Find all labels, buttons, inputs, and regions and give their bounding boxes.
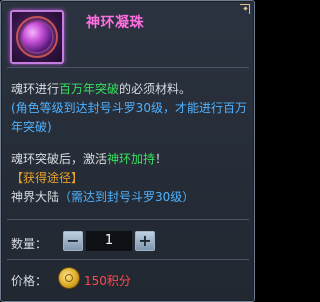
source-requirement: （需达到封号斗罗30级） [59, 190, 195, 204]
effect-text: 魂环突破后，激活 [11, 152, 108, 166]
orb-icon [10, 10, 64, 64]
quantity-row: 数量： − + [11, 231, 247, 253]
price-label: 价格： [11, 274, 48, 288]
divider [7, 219, 249, 220]
effect-and-source: 魂环突破后，激活神环加持！ 【获得途径】 神界大陆（需达到封号斗罗30级） [11, 150, 247, 207]
price-row: 价格： 150积分 [11, 267, 247, 289]
item-title: 神环凝珠 [86, 15, 144, 31]
desc-highlight: 百万年突破 [59, 82, 120, 96]
price-value: 150积分 [84, 274, 131, 288]
divider [7, 67, 249, 68]
source-header: 【获得途径】 [11, 171, 84, 185]
plus-button[interactable]: + [135, 231, 155, 251]
quantity-input[interactable] [86, 231, 132, 251]
quantity-label: 数量： [11, 237, 48, 251]
desc-text: 魂环进行 [11, 82, 60, 96]
effect-text-end: ！ [155, 152, 168, 166]
item-tooltip-panel: 神环凝珠 魂环进行百万年突破的必须材料。 (角色等级到达封号斗罗30级，才能进行… [0, 0, 255, 302]
tooltip-header: 神环凝珠 [2, 2, 253, 66]
item-description: 魂环进行百万年突破的必须材料。 (角色等级到达封号斗罗30级，才能进行百万年突破… [11, 80, 247, 137]
source-place: 神界大陆 [11, 190, 60, 204]
desc-text-end: 的必须材料。 [119, 82, 192, 96]
divider [7, 259, 249, 260]
level-requirement: (角色等级到达封号斗罗30级，才能进行百万年突破) [11, 101, 247, 134]
orb-core [22, 22, 52, 52]
coin-icon [59, 268, 79, 288]
minus-button[interactable]: − [63, 231, 83, 251]
effect-highlight: 神环加持 [107, 152, 156, 166]
